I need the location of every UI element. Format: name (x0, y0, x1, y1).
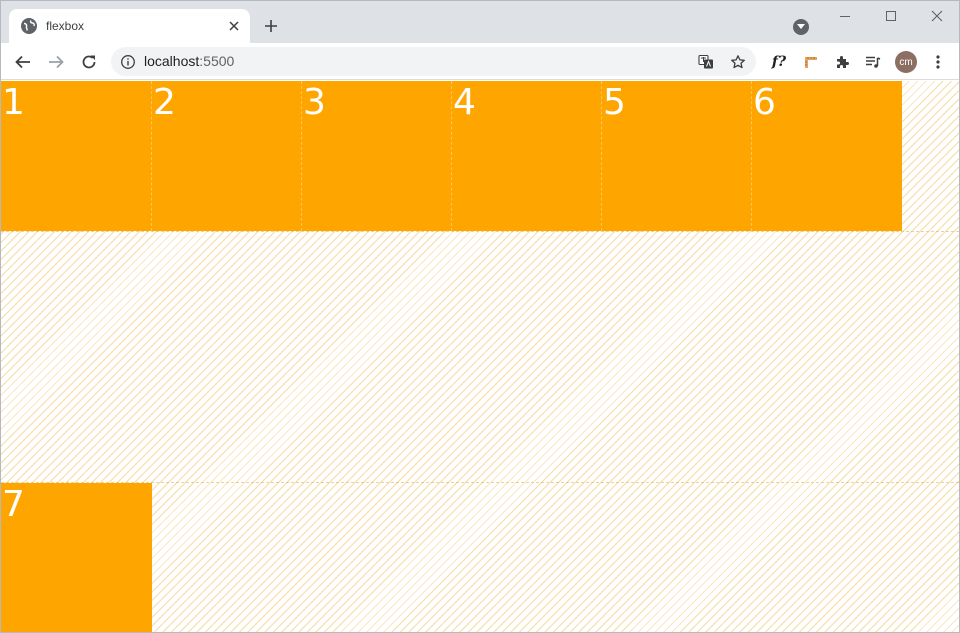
bookmark-star-icon[interactable] (729, 53, 747, 71)
tab-search-icon[interactable] (793, 19, 809, 35)
minimize-button[interactable] (833, 7, 857, 25)
browser-toolbar: localhost:5500 f? cm (1, 43, 959, 80)
flex-item-3: 3 (302, 81, 452, 231)
translate-icon[interactable] (697, 53, 715, 71)
extensions-puzzle-icon[interactable] (831, 51, 853, 73)
flex-item-6: 6 (752, 81, 902, 231)
address-bar[interactable]: localhost:5500 (111, 47, 756, 76)
flex-item-4: 4 (452, 81, 602, 231)
tab-strip: flexbox (1, 1, 959, 43)
flex-item-5: 5 (602, 81, 752, 231)
site-info-icon[interactable] (120, 54, 136, 70)
maximize-button[interactable] (879, 7, 903, 25)
flex-item-1: 1 (1, 81, 152, 231)
url-host: localhost (144, 53, 200, 69)
page-viewport: 1 2 3 4 5 6 7 (1, 81, 959, 632)
menu-kebab-icon[interactable] (927, 51, 949, 73)
font-finder-extension-icon[interactable]: f? (768, 51, 790, 73)
tab-title: flexbox (46, 19, 85, 33)
forward-arrow-icon[interactable] (45, 51, 67, 73)
new-tab-button[interactable] (261, 16, 281, 36)
url-port: :5500 (199, 53, 235, 69)
browser-window: flexbox localhost:5500 f? cm 1 2 3 4 5 6… (0, 0, 960, 633)
url-text: localhost:5500 (144, 53, 234, 69)
close-window-button[interactable] (925, 7, 949, 25)
flex-item-7: 7 (1, 483, 152, 632)
tab-flexbox[interactable]: flexbox (9, 9, 250, 43)
flex-line-divider (1, 231, 959, 232)
reload-icon[interactable] (78, 51, 100, 73)
close-tab-icon[interactable] (226, 18, 242, 34)
profile-avatar[interactable]: cm (895, 51, 917, 73)
media-queue-icon[interactable] (862, 51, 884, 73)
back-arrow-icon[interactable] (12, 51, 34, 73)
ruler-extension-icon[interactable] (800, 51, 822, 73)
flex-item-2: 2 (152, 81, 302, 231)
globe-icon (21, 18, 37, 34)
